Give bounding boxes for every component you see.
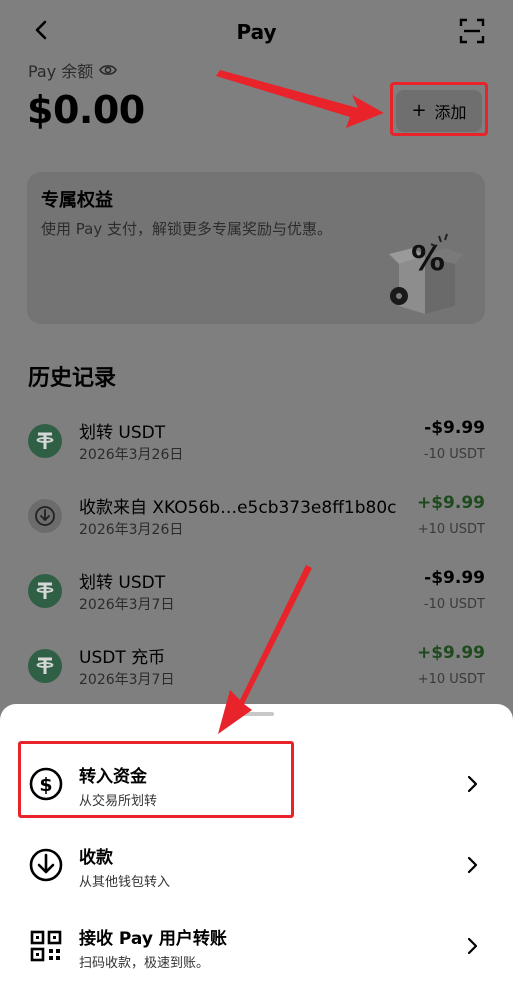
chevron-right-icon <box>467 775 478 793</box>
tx-date: 2026年3月7日 <box>79 672 175 688</box>
tx-name: 收款来自 XKO56b…e5cb373e8ff1b80c <box>79 498 397 518</box>
tx-sub-amount: +10 USDT <box>417 672 485 687</box>
tx-sub-amount: +10 USDT <box>417 522 485 537</box>
history-title: 历史记录 <box>28 366 117 391</box>
tx-amount: +$9.99 <box>416 643 485 663</box>
arrow-to-add-button <box>216 70 384 128</box>
svg-text:%: % <box>411 239 445 279</box>
scan-icon[interactable] <box>459 18 485 44</box>
tx-amount: +$9.99 <box>416 493 485 513</box>
transfer-in-highlight <box>18 741 294 818</box>
tether-icon <box>28 574 62 608</box>
add-button-highlight <box>390 82 488 136</box>
pay-page: Pay Pay 余额 $0.00 + 添加 专属权益 使用 Pay 支付，解锁更… <box>0 0 513 1002</box>
benefit-description: 使用 Pay 支付，解锁更多专属奖励与优惠。 <box>41 220 332 238</box>
tx-date: 2026年3月26日 <box>79 447 184 463</box>
option-subtitle: 扫码收款，极速到账。 <box>79 956 210 971</box>
tether-icon <box>28 649 62 683</box>
list-item[interactable]: 收款来自 XKO56b…e5cb373e8ff1b80c 2026年3月26日 … <box>0 491 513 553</box>
chevron-right-icon <box>467 937 478 955</box>
option-title: 接收 Pay 用户转账 <box>79 929 227 949</box>
list-item[interactable]: USDT 充币 2026年3月7日 +$9.99 +10 USDT <box>0 641 513 703</box>
chevron-right-icon <box>467 856 478 874</box>
option-receive-pay-user[interactable]: 接收 Pay 用户转账 扫码收款，极速到账。 <box>0 910 513 980</box>
tx-name: USDT 充币 <box>79 648 166 668</box>
option-subtitle: 从其他钱包转入 <box>79 875 171 890</box>
balance-label-row: Pay 余额 <box>28 58 118 82</box>
option-receive[interactable]: 收款 从其他钱包转入 <box>0 829 513 899</box>
tx-sub-amount: -10 USDT <box>423 447 485 462</box>
bottom-sheet: $ 转入资金 从交易所划转 收款 从其他钱包转入 接收 Pay 用户转账 扫码收… <box>0 704 513 1002</box>
tx-date: 2026年3月7日 <box>79 597 175 613</box>
tether-icon <box>28 424 62 458</box>
tx-amount: -$9.99 <box>424 418 485 438</box>
tx-amount: -$9.99 <box>424 568 485 588</box>
option-title: 收款 <box>79 848 113 868</box>
eye-icon[interactable] <box>99 61 118 79</box>
sheet-grabber[interactable] <box>238 712 274 716</box>
benefit-title: 专属权益 <box>41 190 113 211</box>
list-item[interactable]: 划转 USDT 2026年3月26日 -$9.99 -10 USDT <box>0 416 513 478</box>
tx-date: 2026年3月26日 <box>79 522 184 538</box>
tx-sub-amount: -10 USDT <box>423 597 485 612</box>
tx-name: 划转 USDT <box>79 573 166 593</box>
receive-icon <box>28 499 62 533</box>
balance-amount: $0.00 <box>27 88 145 132</box>
tx-name: 划转 USDT <box>79 423 166 443</box>
list-item[interactable]: 划转 USDT 2026年3月7日 -$9.99 -10 USDT <box>0 566 513 628</box>
gift-box-icon: % <box>389 233 463 314</box>
page-title: Pay <box>236 20 277 44</box>
header: Pay <box>0 10 513 54</box>
benefit-card[interactable]: 专属权益 使用 Pay 支付，解锁更多专属奖励与优惠。 % <box>27 172 485 324</box>
qr-code-icon <box>30 930 62 962</box>
balance-label: Pay 余额 <box>28 62 94 81</box>
download-circle-icon <box>29 848 63 882</box>
